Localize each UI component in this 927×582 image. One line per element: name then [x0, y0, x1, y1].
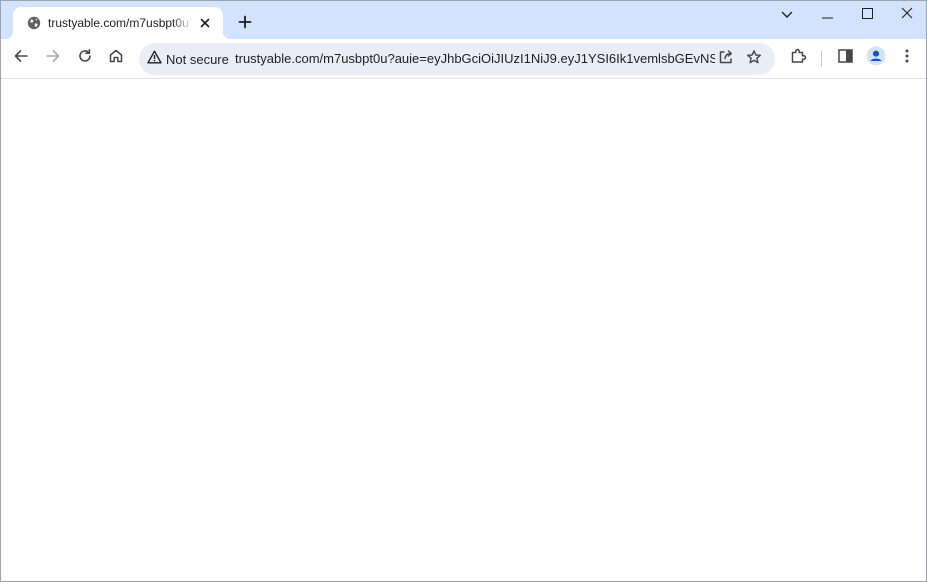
toolbar: Not secure trustyable.com/m7usbpt0u?auie… — [1, 39, 926, 79]
plus-icon — [238, 15, 252, 34]
toolbar-divider — [821, 51, 822, 67]
close-icon[interactable] — [197, 15, 213, 31]
menu-button[interactable] — [892, 43, 922, 73]
new-tab-button[interactable] — [233, 12, 257, 36]
puzzle-icon — [790, 47, 807, 69]
share-button[interactable] — [714, 47, 738, 71]
minimize-button[interactable] — [807, 1, 847, 29]
security-indicator[interactable]: Not secure — [143, 46, 229, 72]
close-icon — [901, 6, 913, 24]
maximize-icon — [861, 6, 873, 24]
page-content — [1, 79, 926, 581]
star-icon — [746, 49, 762, 70]
tab-strip: trustyable.com/m7usbpt0u?auie=eyJhbGciOi… — [1, 1, 926, 39]
security-label: Not secure — [166, 51, 229, 67]
tab-title: trustyable.com/m7usbpt0u?auie=eyJhbGciOi… — [48, 16, 193, 30]
tab-search-button[interactable] — [767, 1, 807, 29]
side-panel-icon — [837, 48, 853, 68]
profile-icon — [866, 46, 886, 71]
side-panel-button[interactable] — [830, 43, 860, 73]
extensions-button[interactable] — [783, 43, 813, 73]
chevron-down-icon — [781, 6, 793, 24]
share-icon — [718, 49, 734, 70]
active-tab[interactable]: trustyable.com/m7usbpt0u?auie=eyJhbGciOi… — [5, 7, 231, 39]
browser-window: trustyable.com/m7usbpt0u?auie=eyJhbGciOi… — [0, 0, 927, 582]
bookmark-button[interactable] — [742, 47, 766, 71]
globe-icon — [27, 16, 41, 30]
minimize-icon — [821, 6, 833, 24]
reload-button[interactable] — [70, 43, 100, 73]
arrow-left-icon — [13, 48, 29, 69]
forward-button[interactable] — [38, 43, 68, 73]
url-text[interactable]: trustyable.com/m7usbpt0u?auie=eyJhbGciOi… — [235, 51, 715, 68]
maximize-button[interactable] — [847, 1, 887, 29]
reload-icon — [77, 48, 93, 69]
address-bar[interactable]: Not secure trustyable.com/m7usbpt0u?auie… — [139, 43, 775, 75]
kebab-menu-icon — [905, 49, 909, 68]
home-icon — [108, 48, 124, 69]
close-window-button[interactable] — [887, 1, 926, 29]
back-button[interactable] — [6, 43, 36, 73]
arrow-right-icon — [45, 48, 61, 69]
warning-icon — [143, 50, 162, 69]
profile-button[interactable] — [861, 43, 891, 73]
home-button[interactable] — [101, 43, 131, 73]
